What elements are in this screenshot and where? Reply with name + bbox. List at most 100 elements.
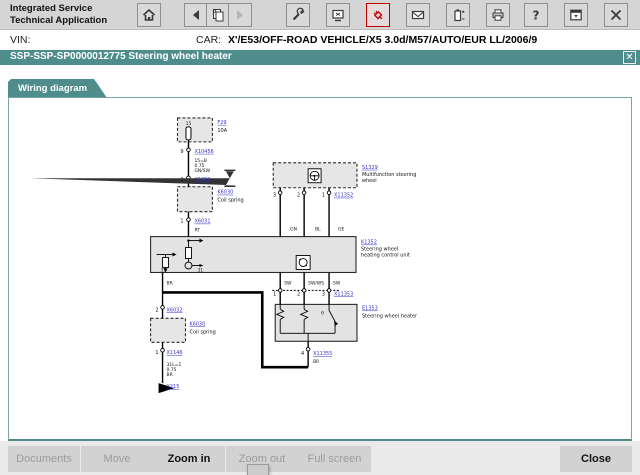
connector-icon	[370, 7, 386, 23]
exit-button[interactable]	[604, 3, 628, 27]
diagram-label: BR	[167, 280, 173, 286]
diagram-label: GN/SW	[194, 168, 210, 174]
close-icon	[608, 7, 624, 23]
car-value: X'/E53/OFF-ROAD VEHICLE/X5 3.0d/M57/AUTO…	[228, 34, 537, 46]
diagram-label: BR	[167, 372, 173, 378]
forward-button[interactable]	[228, 3, 252, 27]
diagram-label: BL	[315, 227, 321, 233]
mail-icon	[410, 7, 426, 23]
heater-box[interactable]	[275, 304, 357, 341]
document-close-button[interactable]: ✕	[623, 51, 636, 64]
diagram-link-x10456[interactable]: X10456	[194, 149, 213, 155]
diagram-label: Coil spring	[217, 198, 243, 204]
diagram-link-x11353[interactable]: X11353	[334, 291, 353, 297]
diagram-label: 2	[180, 177, 183, 183]
documents-footer-button[interactable]: Documents	[8, 446, 80, 472]
diagram-label: wheel	[362, 178, 377, 184]
diagram-label: 3	[322, 291, 325, 297]
wiring-diagram-panel: 15F2910A9X1045615=B0.75GN/SW2X1882K6030C…	[8, 97, 632, 441]
app-title-line2: Technical Application	[10, 15, 107, 27]
battery-button[interactable]	[446, 3, 470, 27]
help-button[interactable]: ?	[524, 3, 548, 27]
home-button[interactable]	[137, 3, 161, 27]
diagram-label: 15	[186, 121, 192, 127]
cursor-tooltip-artifact	[247, 464, 269, 475]
coil-spring-upper-box[interactable]	[178, 187, 213, 212]
help-icon: ?	[528, 7, 544, 23]
ista-application: Integrated Service Technical Application	[0, 0, 640, 475]
print-icon	[490, 7, 506, 23]
svg-text:?: ?	[533, 9, 540, 23]
spacer	[0, 65, 640, 78]
control-unit-box[interactable]	[151, 237, 356, 273]
forward-icon	[232, 7, 248, 23]
diagram-label: 1	[273, 291, 276, 297]
mail-button[interactable]	[406, 3, 430, 27]
diagram-label: 31	[197, 267, 203, 273]
diagram-link-x215[interactable]: X215	[167, 384, 180, 390]
diagram-link-f29[interactable]: F29	[217, 120, 226, 126]
print-button[interactable]	[486, 3, 510, 27]
diagram-label: 2	[155, 307, 158, 313]
diagram-label: Steering wheel heater	[362, 313, 418, 319]
diagram-label: 31	[161, 267, 167, 273]
diagram-label: 3	[273, 193, 276, 199]
fuse-symbol	[186, 127, 191, 142]
diagram-link-s1329[interactable]: S1329	[362, 165, 378, 171]
documents-button[interactable]	[206, 3, 230, 27]
car-label: CAR:	[196, 34, 221, 46]
diagram-label: heating control unit	[361, 253, 410, 259]
tab-wiring-diagram[interactable]: Wiring diagram	[8, 79, 107, 98]
full-screen-button[interactable]: Full screen	[298, 446, 371, 472]
diagram-label: GN	[290, 227, 297, 233]
home-icon	[141, 7, 157, 23]
tester-button[interactable]	[326, 3, 350, 27]
wrench-icon	[290, 7, 306, 23]
close-button[interactable]: Close	[560, 446, 632, 472]
titlebar: Integrated Service Technical Application	[0, 0, 640, 30]
diagram-link-x11352[interactable]: X11352	[334, 193, 353, 199]
diagram-label: 9	[180, 149, 183, 155]
diagram-label: 1	[155, 350, 158, 356]
steering-wheel-icon	[308, 169, 321, 183]
diagram-link-k1352[interactable]: K1352	[361, 240, 377, 246]
diagram-label: BR	[313, 359, 319, 365]
diagram-label: SW/WS	[308, 280, 324, 286]
tab-row: Wiring diagram	[0, 78, 640, 97]
connector-button[interactable]	[366, 3, 390, 27]
diagram-link-x6031[interactable]: X6031	[194, 219, 210, 225]
diagram-link-x11355[interactable]: X11355	[313, 351, 332, 357]
diagram-link-k6030[interactable]: K6030	[217, 190, 233, 196]
diagram-link-x6032[interactable]: X6032	[167, 307, 183, 313]
back-icon	[188, 7, 204, 23]
battery-icon	[450, 7, 466, 23]
document-title: SSP-SSP-SP0000012775 Steering wheel heat…	[10, 51, 232, 62]
move-button[interactable]: Move	[81, 446, 153, 472]
coil-spring-lower-box[interactable]	[151, 318, 186, 342]
documents-icon	[210, 7, 226, 23]
zoom-in-button[interactable]: Zoom in	[153, 446, 225, 472]
diagram-link-k6030[interactable]: K6030	[189, 321, 205, 327]
vin-label: VIN:	[10, 34, 30, 46]
diagram-label: Coil spring	[189, 329, 215, 335]
fuse-box[interactable]	[178, 118, 213, 142]
diagram-link-e1353[interactable]: E1353	[362, 305, 378, 311]
tester-icon	[330, 7, 346, 23]
back-button[interactable]	[184, 3, 208, 27]
diagram-label: 4	[301, 351, 304, 357]
diagram-label: GE	[338, 227, 344, 233]
app-title: Integrated Service Technical Application	[10, 3, 107, 27]
workshop-button[interactable]	[286, 3, 310, 27]
diagram-label: 10A	[217, 128, 227, 134]
diagram-link-x1146[interactable]: X1146	[167, 350, 183, 356]
app-title-line1: Integrated Service	[10, 3, 107, 15]
diagram-label: 1	[180, 219, 183, 225]
diagram-link-x1882[interactable]: X1882	[194, 177, 210, 183]
diagram-label: 2	[297, 291, 300, 297]
diagram-svg[interactable]: 15F2910A9X1045615=B0.75GN/SW2X1882K6030C…	[9, 98, 631, 439]
diagram-label: θ	[321, 310, 324, 316]
diagram-label: 2	[297, 193, 300, 199]
minimize-icon	[568, 7, 584, 23]
minimize-button[interactable]	[564, 3, 588, 27]
diagram-label: SW	[333, 280, 341, 286]
